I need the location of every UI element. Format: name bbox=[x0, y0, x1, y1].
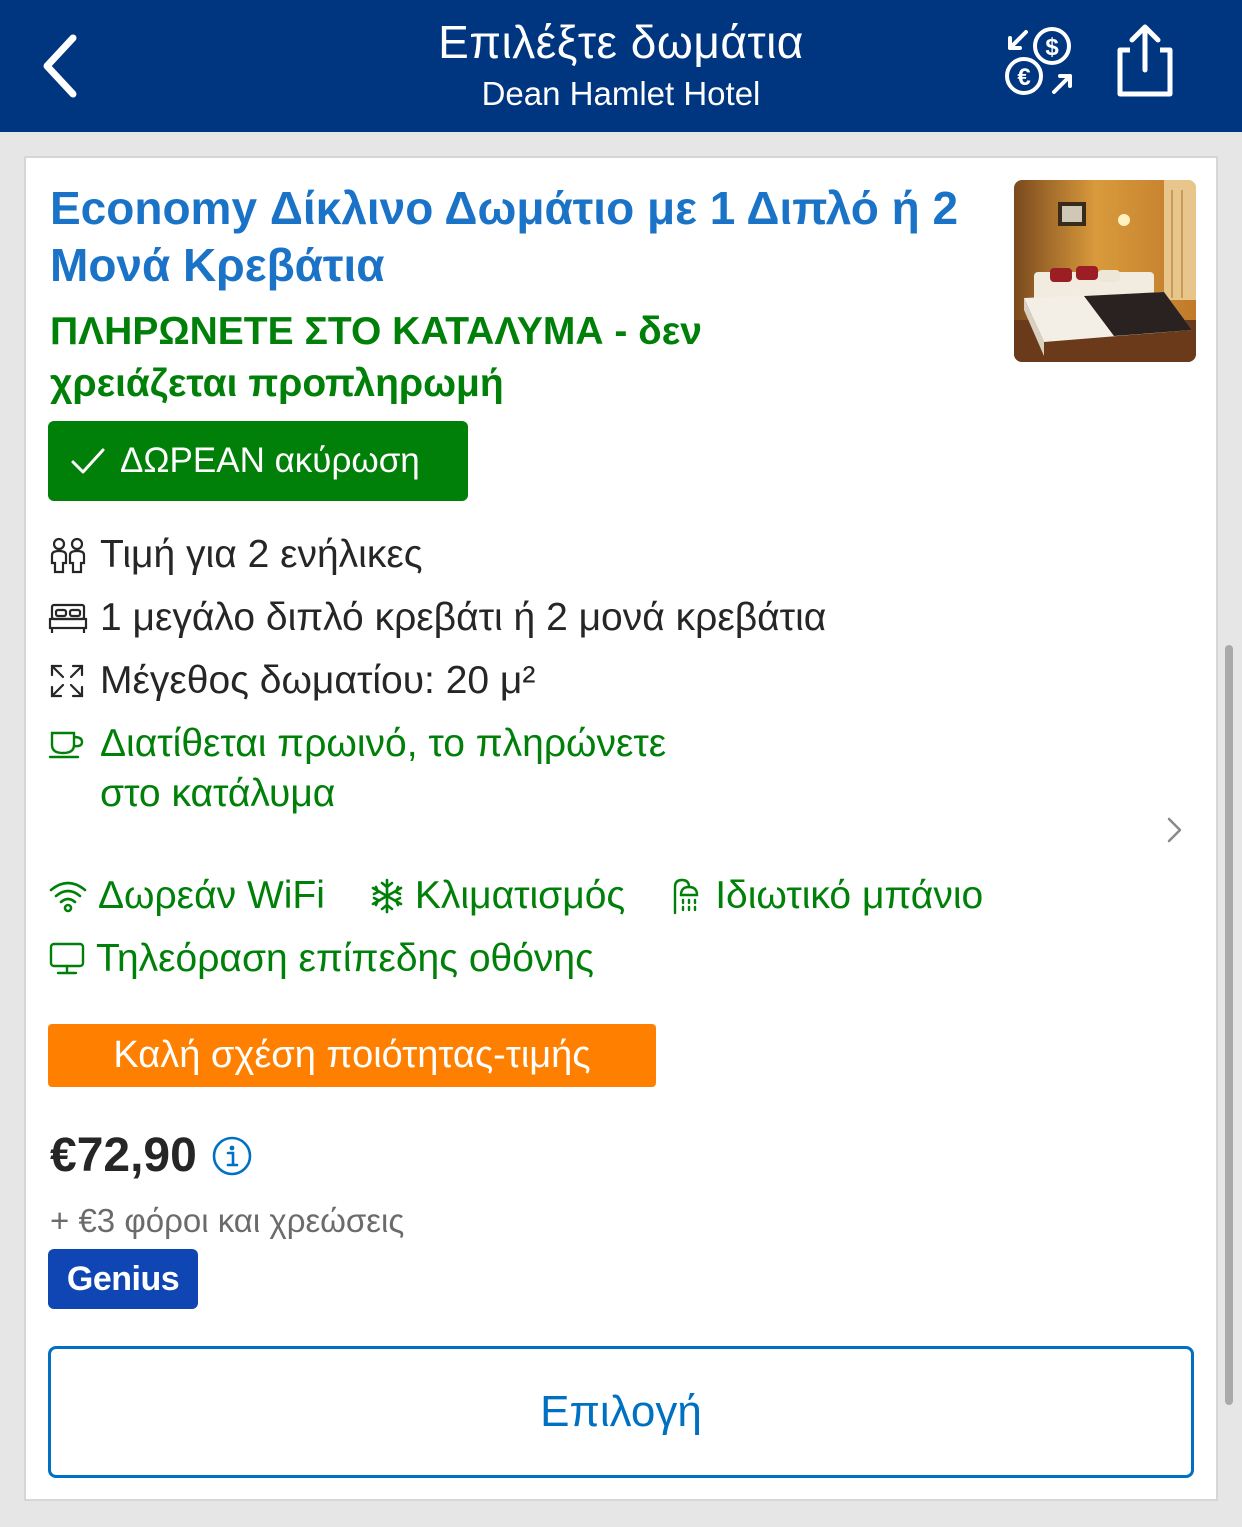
amenity-wifi: Δωρεάν WiFi bbox=[48, 874, 325, 918]
amenity-tv: Τηλεόραση επίπεδης οθόνης bbox=[48, 937, 594, 981]
top-bar: Επιλέξτε δωμάτια Dean Hamlet Hotel $ € bbox=[0, 0, 1242, 132]
coffee-cup-icon bbox=[48, 719, 100, 769]
ac-label: Κλιματισμός bbox=[414, 874, 626, 917]
room-title[interactable]: Economy Δίκλινο Δωμάτιο με 1 Διπλό ή 2 Μ… bbox=[50, 180, 1000, 294]
fact-beds: 1 μεγάλο διπλό κρεβάτι ή 2 μονά κρεβάτια bbox=[48, 593, 1148, 643]
currency-button[interactable]: $ € bbox=[1000, 22, 1080, 104]
info-icon[interactable] bbox=[211, 1135, 253, 1177]
free-cancellation-label: ΔΩΡΕΑΝ ακύρωση bbox=[120, 441, 420, 480]
fact-size: Μέγεθος δωματίου: 20 μ² bbox=[48, 656, 1148, 706]
price-amount: €72,90 bbox=[50, 1129, 197, 1182]
svg-text:€: € bbox=[1017, 64, 1030, 91]
checkmark-icon bbox=[70, 446, 106, 476]
breakfast-text: Διατίθεται πρωινό, το πληρώνετε στο κατά… bbox=[100, 719, 666, 819]
fact-guests: Τιμή για 2 ενήλικες bbox=[48, 530, 1148, 580]
tv-icon bbox=[48, 941, 86, 977]
svg-text:$: $ bbox=[1045, 34, 1059, 61]
bathroom-label: Ιδιωτικό μπάνιο bbox=[715, 874, 984, 917]
room-size-icon bbox=[48, 656, 100, 706]
room-card[interactable]: Economy Δίκλινο Δωμάτιο με 1 Διπλό ή 2 Μ… bbox=[24, 156, 1218, 1501]
amenity-bathroom: Ιδιωτικό μπάνιο bbox=[669, 874, 983, 918]
breakfast-text-line1: Διατίθεται πρωινό, το πληρώνετε bbox=[100, 722, 667, 765]
free-cancellation-badge: ΔΩΡΕΑΝ ακύρωση bbox=[48, 421, 468, 501]
guests-icon bbox=[48, 530, 100, 580]
fact-breakfast: Διατίθεται πρωινό, το πληρώνετε στο κατά… bbox=[48, 719, 1148, 819]
shower-icon bbox=[669, 877, 705, 915]
value-for-money-badge: Καλή σχέση ποιότητας-τιμής bbox=[48, 1024, 656, 1087]
bed-icon bbox=[48, 593, 100, 643]
breakfast-text-line2: στο κατάλυμα bbox=[100, 772, 336, 815]
share-button[interactable] bbox=[1112, 22, 1178, 100]
pay-at-property-note: ΠΛΗΡΩΝΕΤΕ ΣΤΟ ΚΑΤΑΛΥΜΑ - δεν χρειάζεται … bbox=[50, 310, 702, 405]
amenities-row-2: Τηλεόραση επίπεδης οθόνης bbox=[48, 937, 638, 981]
scrollbar[interactable] bbox=[1225, 645, 1233, 1405]
price-row: €72,90 bbox=[50, 1128, 253, 1183]
amenity-ac: Κλιματισμός bbox=[369, 874, 625, 918]
taxes-and-fees: + €3 φόροι και χρεώσεις bbox=[50, 1202, 405, 1239]
genius-badge: Genius bbox=[48, 1249, 198, 1309]
room-facts: Τιμή για 2 ενήλικες 1 μεγάλο διπλό κρεβά… bbox=[48, 530, 1148, 832]
guests-text: Τιμή για 2 ενήλικες bbox=[100, 533, 423, 576]
snowflake-icon bbox=[369, 878, 405, 914]
wifi-icon bbox=[48, 878, 88, 914]
chevron-right-icon[interactable] bbox=[1164, 814, 1186, 846]
wifi-label: Δωρεάν WiFi bbox=[98, 874, 325, 917]
size-text: Μέγεθος δωματίου: 20 μ² bbox=[100, 659, 536, 702]
amenities-row-1: Δωρεάν WiFi Κλιματισμός Ιδιωτικό μπάνιο bbox=[48, 874, 1027, 918]
select-room-button[interactable]: Επιλογή bbox=[48, 1346, 1194, 1478]
currency-exchange-icon: $ € bbox=[1005, 27, 1072, 95]
tv-label: Τηλεόραση επίπεδης οθόνης bbox=[96, 937, 594, 980]
share-icon bbox=[1117, 24, 1173, 97]
beds-text: 1 μεγάλο διπλό κρεβάτι ή 2 μονά κρεβάτια bbox=[100, 596, 827, 639]
room-photo[interactable] bbox=[1014, 180, 1196, 362]
